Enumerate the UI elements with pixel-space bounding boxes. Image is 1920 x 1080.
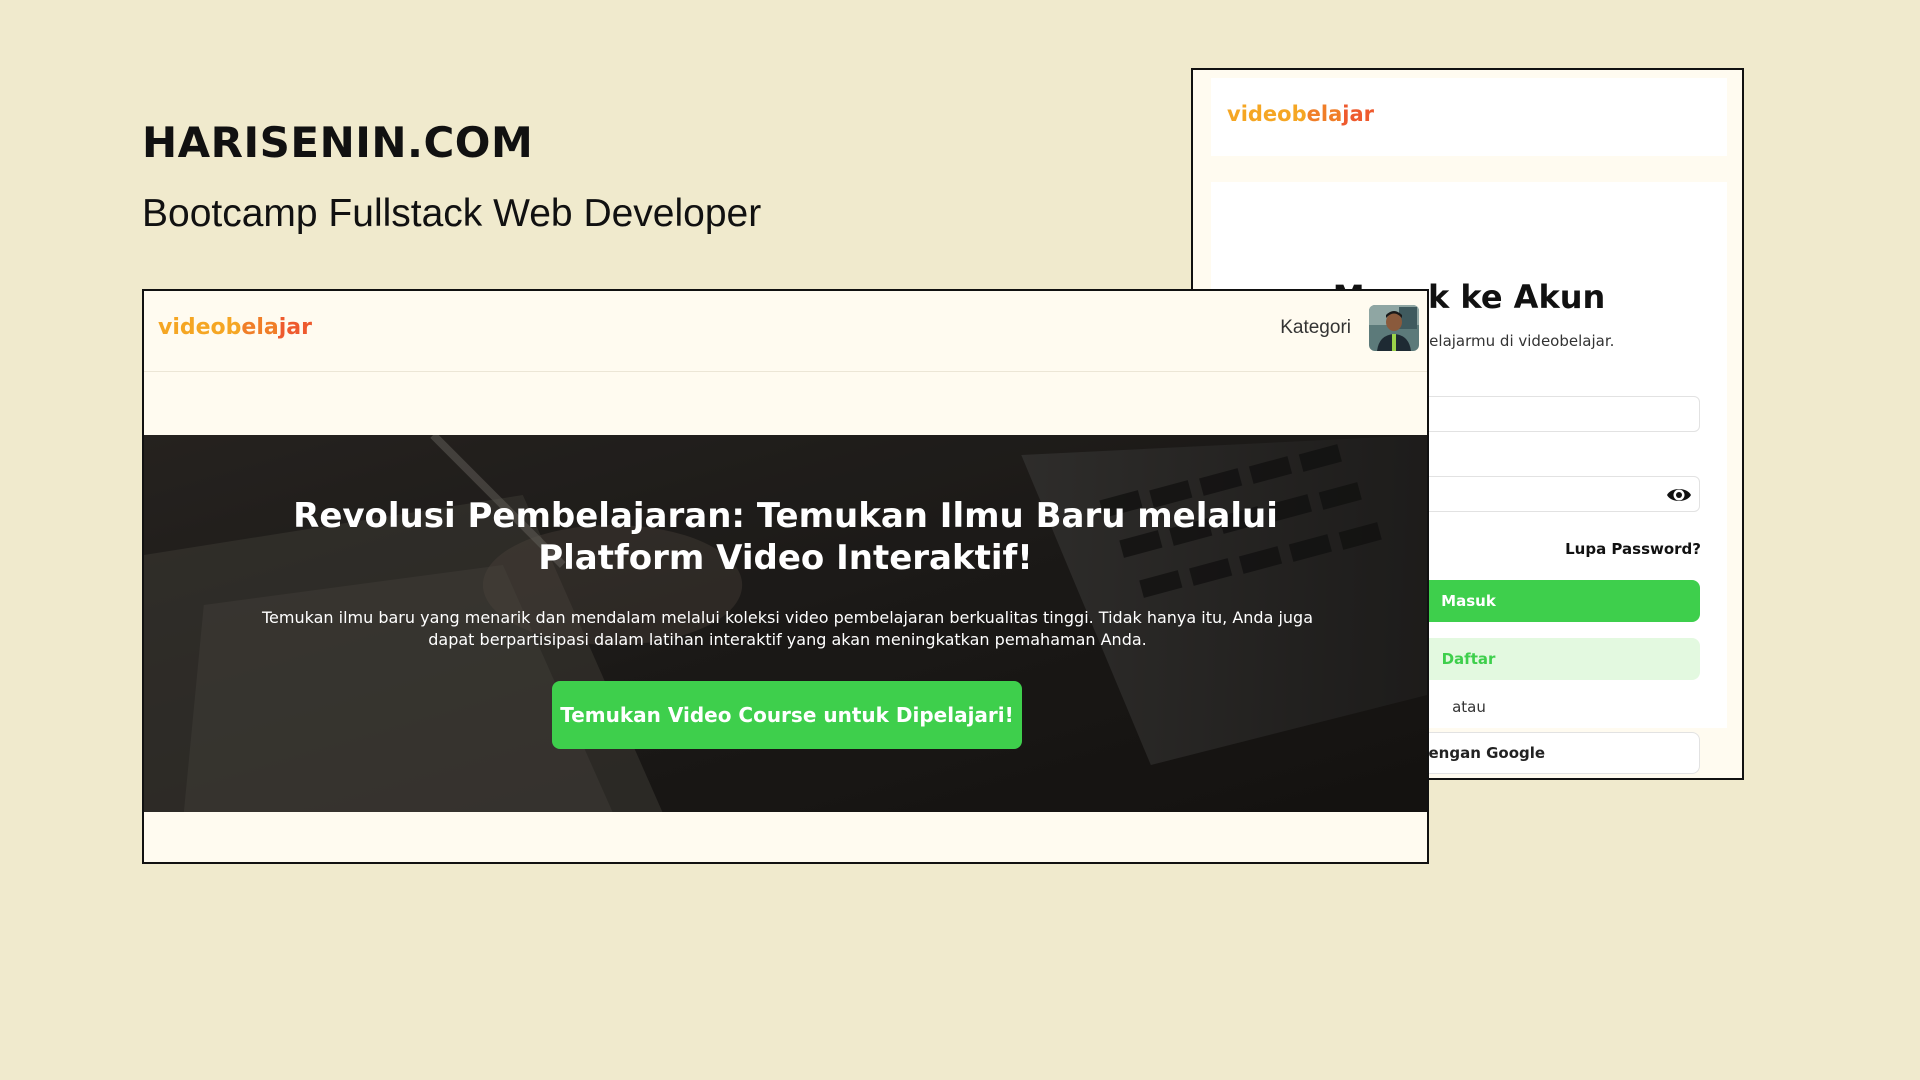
login-header: videobelajar	[1211, 78, 1727, 156]
hero-section: Revolusi Pembelajaran: Temukan Ilmu Baru…	[144, 435, 1427, 812]
videobelajar-logo[interactable]: videobelajar	[1227, 102, 1374, 126]
hero-description: Temukan ilmu baru yang menarik dan menda…	[261, 608, 1313, 649]
nav-kategori-link[interactable]: Kategori	[1280, 317, 1351, 339]
brand-subtitle: Bootcamp Fullstack Web Developer	[142, 192, 762, 235]
brand-title: HARISENIN.COM	[142, 118, 534, 167]
user-avatar[interactable]	[1369, 305, 1419, 351]
hero-title: Revolusi Pembelajaran: Temukan Ilmu Baru…	[293, 496, 1278, 578]
videobelajar-logo[interactable]: videobelajar	[158, 315, 312, 340]
hero-cta-button[interactable]: Temukan Video Course untuk Dipelajari!	[552, 681, 1022, 749]
eye-icon[interactable]	[1665, 481, 1693, 509]
navbar: videobelajar Kategori	[144, 291, 1427, 372]
forgot-password-link[interactable]: Lupa Password?	[1565, 540, 1701, 558]
landing-page-preview: videobelajar Kategori Revolusi Pembelaja…	[142, 289, 1429, 864]
